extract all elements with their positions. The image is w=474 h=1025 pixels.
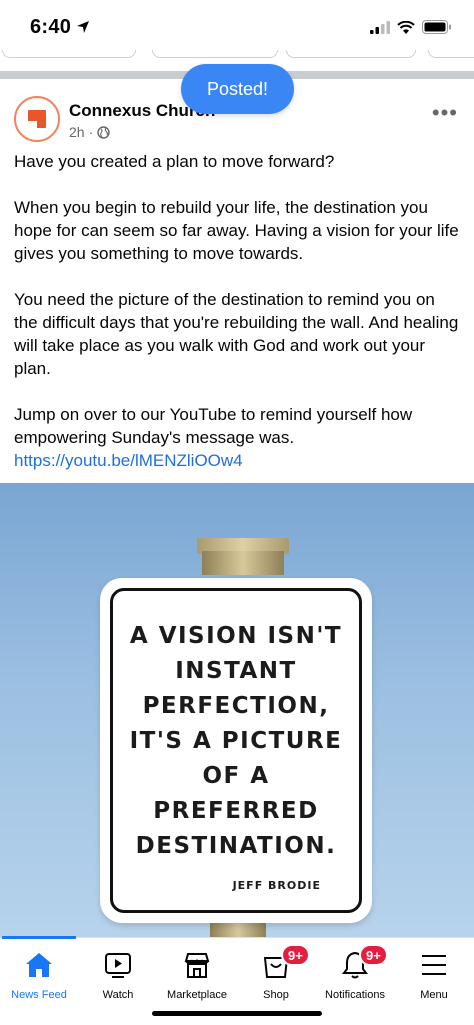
post-paragraph-text: Jump on over to our YouTube to remind yo…: [14, 405, 413, 447]
sign-post-top: [202, 551, 284, 575]
active-tab-indicator: [2, 936, 76, 939]
post-paragraph: Have you created a plan to move forward?: [14, 152, 335, 171]
signal-icon: [370, 20, 390, 34]
tab-label: Menu: [420, 989, 448, 1001]
home-icon: [26, 953, 52, 977]
sign-line: PERFECTION,: [142, 693, 330, 719]
battery-icon: [422, 20, 451, 34]
sign-pole: [210, 923, 266, 938]
menu-icon: [422, 955, 446, 975]
story-card[interactable]: [286, 50, 416, 58]
shop-badge: 9+: [281, 944, 310, 966]
post-more-icon[interactable]: •••: [432, 100, 458, 126]
location-arrow-icon: [77, 21, 89, 33]
post-image[interactable]: A VISION ISN'T INSTANT PERFECTION, IT'S …: [0, 483, 474, 938]
meta-separator: ·: [88, 124, 94, 140]
quote-sign: A VISION ISN'T INSTANT PERFECTION, IT'S …: [100, 578, 372, 923]
notifications-badge: 9+: [359, 944, 388, 966]
sign-line: DESTINATION.: [135, 833, 337, 859]
story-card[interactable]: [152, 50, 278, 58]
wifi-icon: [397, 20, 415, 34]
status-bar: 6:40: [0, 0, 474, 56]
story-card[interactable]: [2, 50, 136, 58]
sign-line: IT'S A PICTURE: [129, 728, 343, 754]
watch-icon: [105, 953, 131, 978]
sign-line: A VISION ISN'T: [129, 623, 343, 649]
page-avatar[interactable]: [14, 96, 60, 142]
post-paragraph: You need the picture of the destination …: [14, 290, 459, 378]
post-meta: 2h ·: [69, 124, 110, 140]
youtube-link[interactable]: https://youtu.be/lMENZliOOw4: [14, 451, 243, 470]
status-time: 6:40: [30, 16, 72, 38]
post-time[interactable]: 2h: [69, 124, 85, 140]
tab-menu[interactable]: Menu: [387, 944, 474, 1006]
sign-quote: A VISION ISN'T INSTANT PERFECTION, IT'S …: [113, 619, 359, 864]
sign-line: OF A: [202, 763, 270, 789]
sign-line: INSTANT: [175, 658, 297, 684]
sign-author: JEFF BRODIE: [232, 879, 321, 892]
home-indicator[interactable]: [152, 1011, 322, 1016]
sign-line: PREFERRED: [153, 798, 319, 824]
status-indicators: [370, 20, 452, 34]
story-card[interactable]: [428, 50, 474, 58]
globe-icon: [97, 125, 110, 139]
posted-toast: Posted!: [181, 64, 294, 114]
post-text: Have you created a plan to move forward?…: [14, 150, 462, 495]
post-paragraph: Jump on over to our YouTube to remind yo…: [14, 403, 462, 472]
post-paragraph: When you begin to rebuild your life, the…: [14, 198, 459, 263]
marketplace-icon: [184, 953, 210, 978]
